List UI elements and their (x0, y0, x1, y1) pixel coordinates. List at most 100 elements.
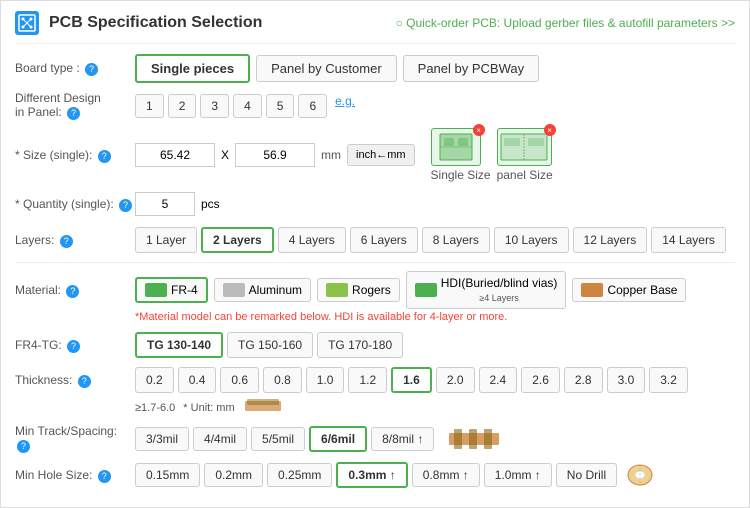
thick-04[interactable]: 0.4 (178, 367, 217, 393)
design-btn-2[interactable]: 2 (168, 94, 197, 118)
material-hdi[interactable]: HDI(Buried/blind vias)≥4 Layers (406, 271, 567, 309)
thick-32[interactable]: 3.2 (649, 367, 688, 393)
design-btn-1[interactable]: 1 (135, 94, 164, 118)
hole-02[interactable]: 0.2mm (204, 463, 263, 487)
layer-4[interactable]: 4 Layers (278, 227, 346, 253)
thickness-label: Thickness: ? (15, 373, 135, 388)
hdi-icon (415, 283, 437, 297)
pcb-preview: × Single Size × panel Size (431, 128, 553, 182)
material-label: Material: ? (15, 283, 135, 298)
layer-2[interactable]: 2 Layers (201, 227, 274, 253)
unit-toggle-btn[interactable]: inch←mm (347, 144, 415, 166)
thickness-unit: * Unit: mm (183, 402, 234, 414)
material-aluminum[interactable]: Aluminum (214, 278, 311, 302)
fr4tg-help[interactable]: ? (67, 340, 80, 353)
fr4tg-options: TG 130-140 TG 150-160 TG 170-180 (135, 332, 403, 358)
layer-10[interactable]: 10 Layers (494, 227, 569, 253)
thick-08[interactable]: 0.8 (263, 367, 302, 393)
thick-10[interactable]: 1.0 (306, 367, 345, 393)
thick-30[interactable]: 3.0 (607, 367, 646, 393)
track-55[interactable]: 5/5mil (251, 427, 305, 451)
track-66[interactable]: 6/6mil (309, 426, 367, 452)
tg-130[interactable]: TG 130-140 (135, 332, 223, 358)
copper-icon (581, 283, 603, 297)
tg-150[interactable]: TG 150-160 (227, 332, 313, 358)
qty-input[interactable] (135, 192, 195, 216)
layer-14[interactable]: 14 Layers (651, 227, 726, 253)
tg-170[interactable]: TG 170-180 (317, 332, 403, 358)
al-icon (223, 283, 245, 297)
thick-16[interactable]: 1.6 (391, 367, 432, 393)
board-type-single[interactable]: Single pieces (135, 54, 250, 83)
layers-help[interactable]: ? (60, 235, 73, 248)
fr4tg-label: FR4-TG: ? (15, 338, 135, 353)
hole-015[interactable]: 0.15mm (135, 463, 200, 487)
thick-02[interactable]: 0.2 (135, 367, 174, 393)
material-copper[interactable]: Copper Base (572, 278, 686, 302)
layer-6[interactable]: 6 Layers (350, 227, 418, 253)
rogers-icon (326, 283, 348, 297)
drill-icon (625, 462, 655, 488)
eg-link[interactable]: e.g. (335, 94, 355, 118)
quick-order-link[interactable]: ○ Quick-order PCB: Upload gerber files &… (396, 16, 735, 30)
thick-20[interactable]: 2.0 (436, 367, 475, 393)
size-label: * Size (single): ? (15, 148, 135, 163)
design-btn-6[interactable]: 6 (298, 94, 327, 118)
track-label: Min Track/Spacing: ? (15, 424, 135, 453)
hole-03[interactable]: 0.3mm ↑ (336, 462, 407, 488)
thickness-help[interactable]: ? (78, 375, 91, 388)
board-type-help[interactable]: ? (85, 63, 98, 76)
material-help[interactable]: ? (66, 285, 79, 298)
thick-12[interactable]: 1.2 (348, 367, 387, 393)
track-help[interactable]: ? (17, 440, 30, 453)
hole-options: 0.15mm 0.2mm 0.25mm 0.3mm ↑ 0.8mm ↑ 1.0m… (135, 462, 655, 488)
size-y-input[interactable] (235, 143, 315, 167)
board-type-options: Single pieces Panel by Customer Panel by… (135, 54, 539, 83)
material-options: FR-4 Aluminum Rogers HDI(Buried/blind vi… (135, 271, 686, 309)
design-label: Different Designin Panel: ? (15, 91, 135, 120)
hole-025[interactable]: 0.25mm (267, 463, 332, 487)
qty-help[interactable]: ? (119, 199, 132, 212)
close-single[interactable]: × (473, 124, 485, 136)
size-x-label: X (221, 148, 229, 162)
fr4-icon (145, 283, 167, 297)
qty-unit: pcs (201, 197, 220, 211)
track-44[interactable]: 4/4mil (193, 427, 247, 451)
thick-24[interactable]: 2.4 (479, 367, 518, 393)
thickness-options: 0.2 0.4 0.6 0.8 1.0 1.2 1.6 2.0 2.4 2.6 … (135, 367, 688, 393)
material-fr4[interactable]: FR-4 (135, 277, 208, 303)
track-icon (444, 425, 504, 453)
size-x-input[interactable] (135, 143, 215, 167)
layer-8[interactable]: 8 Layers (422, 227, 490, 253)
size-inputs: X mm inch←mm × Single Size (135, 128, 553, 182)
track-options: 3/3mil 4/4mil 5/5mil 6/6mil 8/8mil ↑ (135, 425, 504, 453)
board-type-panel-customer[interactable]: Panel by Customer (256, 55, 397, 82)
design-btn-4[interactable]: 4 (233, 94, 262, 118)
close-panel[interactable]: × (544, 124, 556, 136)
pcb-icon (15, 11, 39, 35)
thick-26[interactable]: 2.6 (521, 367, 560, 393)
thick-06[interactable]: 0.6 (220, 367, 259, 393)
layers-options: 1 Layer 2 Layers 4 Layers 6 Layers 8 Lay… (135, 227, 726, 253)
track-33[interactable]: 3/3mil (135, 427, 189, 451)
material-rogers[interactable]: Rogers (317, 278, 400, 302)
thickness-icon (243, 396, 283, 416)
design-help[interactable]: ? (67, 107, 80, 120)
hole-08[interactable]: 0.8mm ↑ (412, 463, 480, 487)
hole-no-drill[interactable]: No Drill (556, 463, 617, 487)
track-88[interactable]: 8/8mil ↑ (371, 427, 434, 451)
panel-size-preview: × panel Size (497, 128, 553, 182)
design-btn-5[interactable]: 5 (266, 94, 295, 118)
design-btn-3[interactable]: 3 (200, 94, 229, 118)
material-note: *Material model can be remarked below. H… (135, 311, 507, 323)
layer-1[interactable]: 1 Layer (135, 227, 197, 253)
hole-10[interactable]: 1.0mm ↑ (484, 463, 552, 487)
layer-12[interactable]: 12 Layers (573, 227, 648, 253)
size-help[interactable]: ? (98, 150, 111, 163)
board-type-label: Board type : ? (15, 61, 135, 76)
hole-help[interactable]: ? (98, 470, 111, 483)
board-type-panel-pcbway[interactable]: Panel by PCBWay (403, 55, 539, 82)
thick-28[interactable]: 2.8 (564, 367, 603, 393)
size-unit: mm (321, 148, 341, 162)
qty-row: pcs (135, 192, 220, 216)
